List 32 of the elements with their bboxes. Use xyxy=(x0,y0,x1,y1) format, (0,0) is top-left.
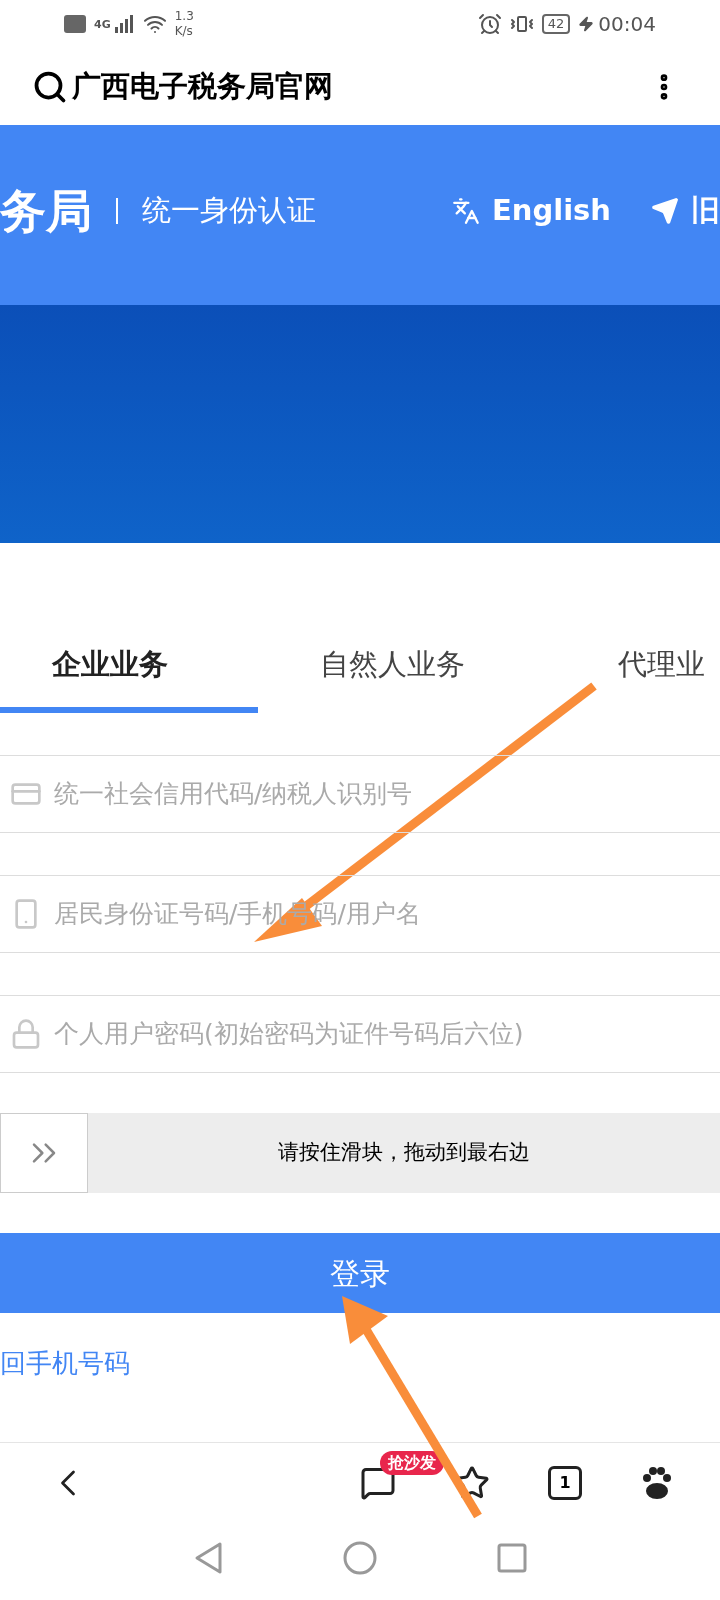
login-button[interactable]: 登录 xyxy=(0,1233,720,1313)
header-link[interactable]: 旧 xyxy=(651,189,720,233)
battery-level: 42 xyxy=(541,13,571,35)
tab-count[interactable]: 1 xyxy=(548,1466,582,1500)
comment-badge: 抢沙发 xyxy=(380,1451,444,1475)
paper-plane-icon xyxy=(651,197,679,225)
login-tab[interactable]: 企业业务 xyxy=(0,623,258,713)
charging-icon xyxy=(578,14,595,34)
speed-value: 1.3 xyxy=(174,9,194,24)
lock-icon xyxy=(10,1018,42,1050)
login-tab[interactable]: 自然人业务 xyxy=(258,623,598,713)
slider-handle[interactable] xyxy=(0,1113,88,1193)
nav-recent-icon[interactable] xyxy=(497,1542,527,1573)
page-title[interactable]: 广西电子税务局官网 xyxy=(72,64,333,109)
nav-back-icon[interactable] xyxy=(193,1540,223,1575)
alarm-icon xyxy=(477,12,502,36)
clock: 00:04 xyxy=(598,11,656,38)
paw-icon[interactable] xyxy=(640,1466,674,1500)
network-type: 4G xyxy=(94,18,111,30)
input-field[interactable]: 个人用户密码(初始密码为证件号码后六位) xyxy=(54,1015,720,1053)
site-name: 务局 xyxy=(0,182,92,240)
input-field[interactable]: 居民身份证号码/手机号码/用户名 xyxy=(54,895,720,933)
nav-home-icon[interactable] xyxy=(343,1540,377,1575)
input-field[interactable]: 统一社会信用代码/纳税人识别号 xyxy=(54,775,720,813)
signal-icon xyxy=(114,15,135,33)
speed-unit: K/s xyxy=(174,24,194,39)
login-tab[interactable]: 代理业 xyxy=(598,623,720,713)
header-link[interactable]: English xyxy=(452,189,611,233)
recover-phone-link[interactable]: 回手机号码 xyxy=(0,1343,130,1383)
slider-label: 请按住滑块，拖动到最右边 xyxy=(278,1139,530,1167)
site-subtitle: 统一身份认证 xyxy=(142,192,316,230)
translate-icon xyxy=(452,197,480,225)
